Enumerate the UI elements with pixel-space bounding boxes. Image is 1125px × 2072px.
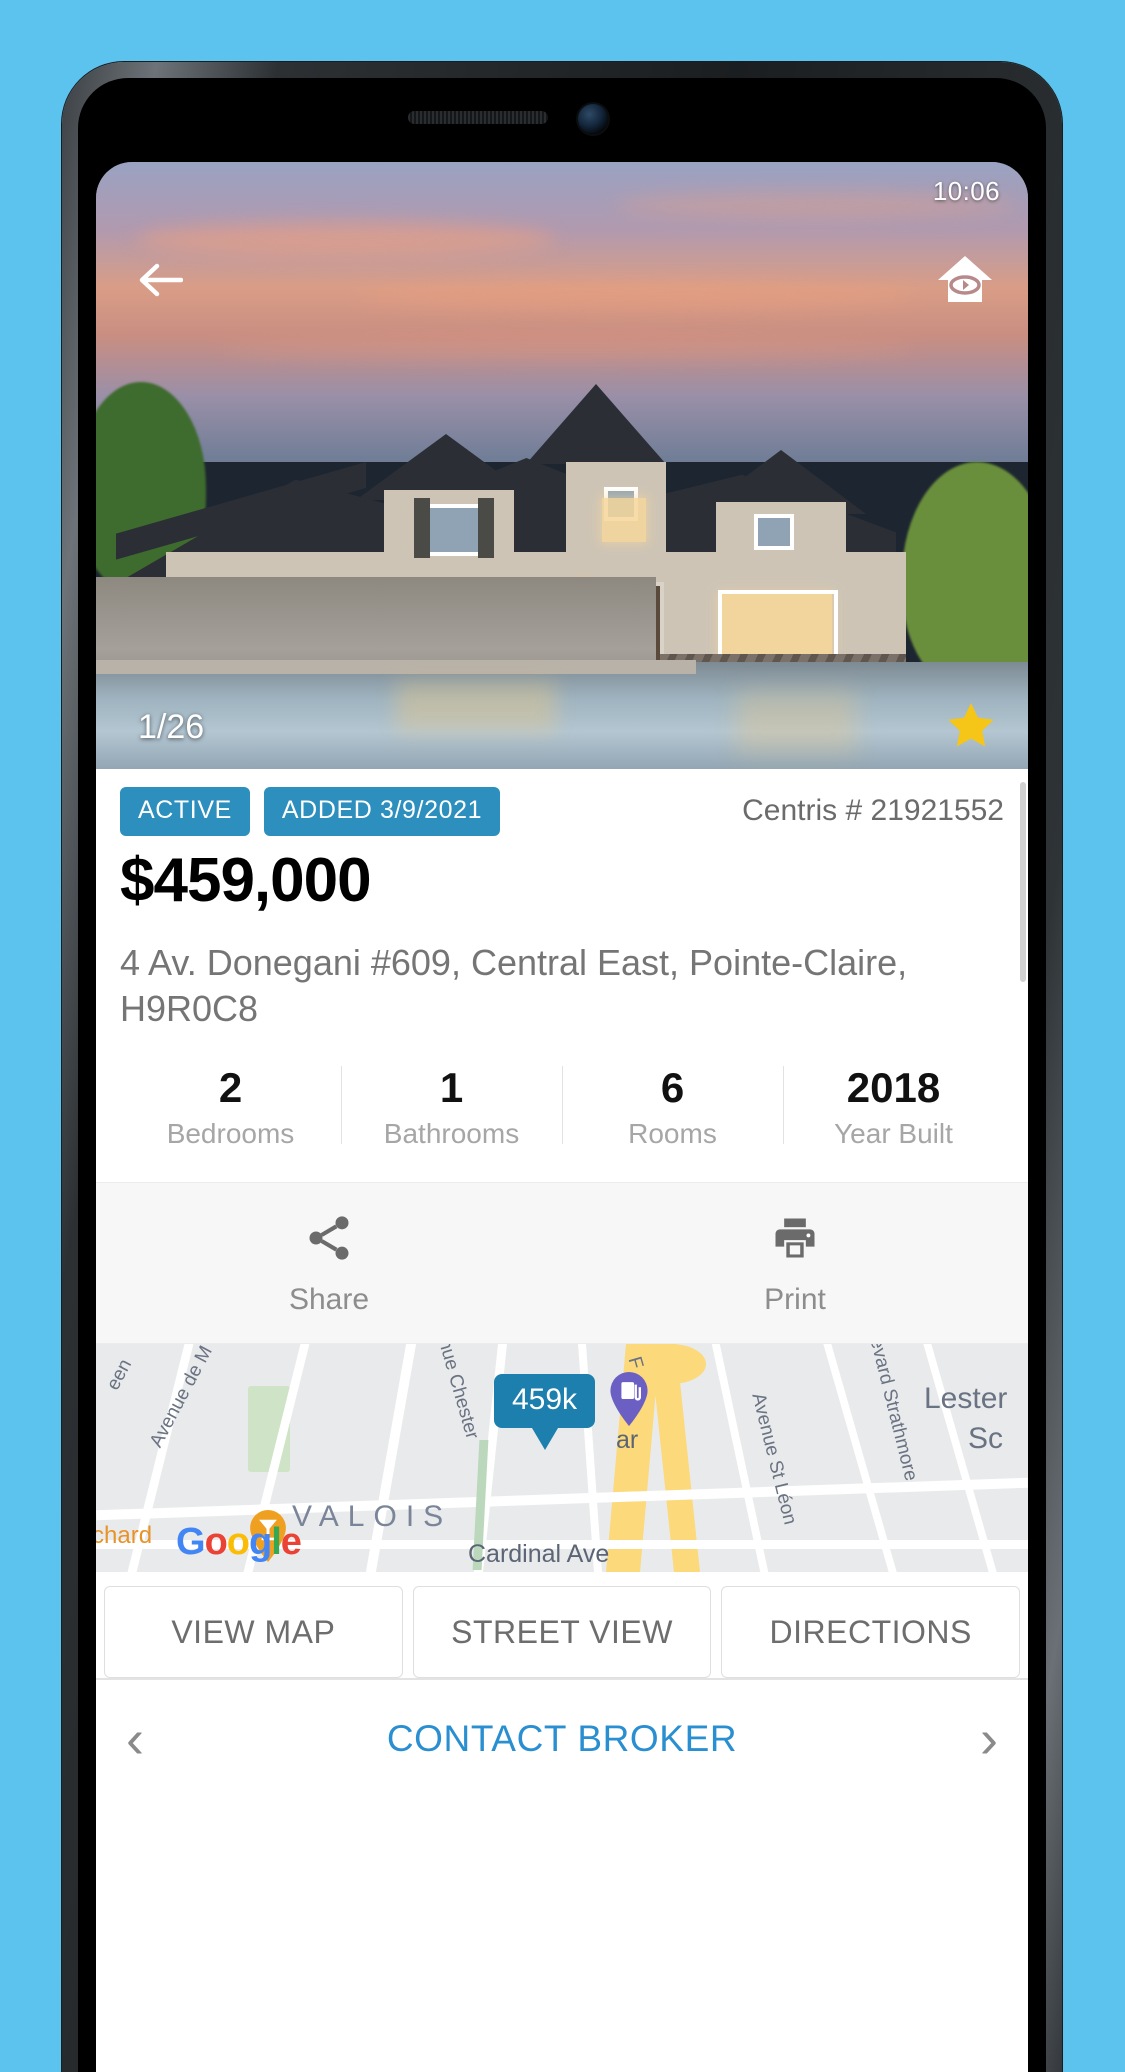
cloud-streak — [216, 337, 916, 359]
star-icon[interactable] — [944, 699, 998, 753]
map-label: een — [102, 1356, 137, 1395]
share-button[interactable]: Share — [96, 1183, 562, 1343]
stat-label: Bathrooms — [383, 1118, 520, 1150]
property-photo-gallery[interactable]: 10:06 1/26 — [96, 162, 1028, 769]
map-road — [365, 1344, 417, 1573]
street — [96, 662, 1028, 769]
gas-station-pin-icon[interactable] — [608, 1372, 650, 1427]
view-map-button[interactable]: VIEW MAP — [104, 1586, 403, 1679]
property-stats: 2 Bedrooms 1 Bathrooms 6 Rooms 2018 Year… — [120, 1060, 1004, 1166]
photo-counter: 1/26 — [138, 708, 205, 746]
lit-window — [602, 498, 646, 542]
stat-year-built: 2018 Year Built — [783, 1060, 1004, 1162]
light-reflection — [736, 692, 856, 752]
stat-label: Year Built — [834, 1118, 953, 1150]
stat-label: Rooms — [628, 1118, 717, 1150]
print-icon — [769, 1210, 821, 1271]
map-label: nue Chester — [433, 1344, 483, 1442]
print-button[interactable]: Print — [562, 1183, 1028, 1343]
map-preview[interactable]: een Avenue de M nue Chester F ar Bouleva… — [96, 1344, 1028, 1573]
map-label: Sc — [968, 1422, 1004, 1456]
phone-body: 10:06 1/26 ACTIVE ADDED 3/9/2021 Centris… — [78, 78, 1046, 2072]
shutter — [414, 498, 430, 558]
cloud-streak — [136, 222, 556, 256]
share-label: Share — [288, 1282, 370, 1316]
window — [754, 514, 794, 550]
map-label: Lester — [924, 1382, 1008, 1416]
chevron-left-icon[interactable]: ‹ — [126, 1712, 144, 1766]
shutter — [478, 498, 494, 558]
stat-value: 2 — [218, 1064, 243, 1112]
front-camera-icon — [578, 104, 608, 134]
action-row: Share Print — [96, 1182, 1028, 1345]
contact-broker-button[interactable]: CONTACT BROKER — [144, 1718, 980, 1760]
stat-value: 6 — [660, 1064, 685, 1112]
cloud-streak — [356, 282, 916, 310]
status-badge-active: ACTIVE — [120, 786, 250, 836]
map-road — [711, 1344, 769, 1573]
google-attribution-logo: Google — [176, 1521, 302, 1564]
share-icon — [303, 1210, 355, 1271]
print-label: Print — [764, 1282, 826, 1316]
stat-value: 2018 — [846, 1064, 941, 1112]
contact-broker-bar: ‹ CONTACT BROKER › — [96, 1680, 1028, 1799]
light-reflection — [396, 682, 556, 732]
map-label: Cardinal Ave — [468, 1540, 610, 1569]
scrollbar-thumb[interactable] — [1020, 782, 1026, 982]
map-label: chard — [96, 1522, 153, 1550]
centris-number: Centris # 21921552 — [742, 794, 1004, 827]
phone-screen: 10:06 1/26 ACTIVE ADDED 3/9/2021 Centris… — [96, 162, 1028, 2072]
map-price-pin[interactable]: 459k — [494, 1374, 596, 1429]
stat-rooms: 6 Rooms — [562, 1060, 783, 1162]
stat-bathrooms: 1 Bathrooms — [341, 1060, 562, 1162]
map-road — [96, 1478, 1028, 1521]
map-label: ar — [616, 1426, 639, 1455]
listing-address: 4 Av. Donegani #609, Central East, Point… — [120, 942, 908, 1030]
stat-value: 1 — [439, 1064, 464, 1112]
curb — [96, 660, 696, 674]
phone-notch — [78, 78, 1046, 162]
window — [718, 590, 838, 660]
window — [422, 504, 484, 556]
stat-bedrooms: 2 Bedrooms — [120, 1060, 341, 1162]
chevron-right-icon[interactable]: › — [980, 1712, 998, 1766]
listing-details-card: ACTIVE ADDED 3/9/2021 Centris # 21921552… — [96, 769, 1028, 1167]
map-action-buttons: VIEW MAP STREET VIEW DIRECTIONS — [96, 1572, 1028, 1679]
status-badge-added-date: ADDED 3/9/2021 — [263, 786, 501, 836]
earpiece-speaker-icon — [408, 111, 548, 124]
directions-button[interactable]: DIRECTIONS — [721, 1586, 1021, 1679]
map-road — [923, 1344, 997, 1573]
badge-row: ACTIVE ADDED 3/9/2021 Centris # 21921552 — [120, 769, 1004, 836]
stat-label: Bedrooms — [166, 1118, 295, 1150]
tree — [902, 462, 1028, 692]
listing-price: $459,000 — [120, 846, 372, 915]
house-360-tour-icon[interactable] — [934, 248, 996, 310]
phone-frame: 10:06 1/26 ACTIVE ADDED 3/9/2021 Centris… — [62, 62, 1062, 2072]
back-arrow-icon[interactable] — [132, 252, 188, 308]
street-view-button[interactable]: STREET VIEW — [412, 1586, 712, 1679]
map-neighborhood-label: VALOIS — [292, 1500, 453, 1534]
status-bar-clock: 10:06 — [932, 176, 1000, 206]
